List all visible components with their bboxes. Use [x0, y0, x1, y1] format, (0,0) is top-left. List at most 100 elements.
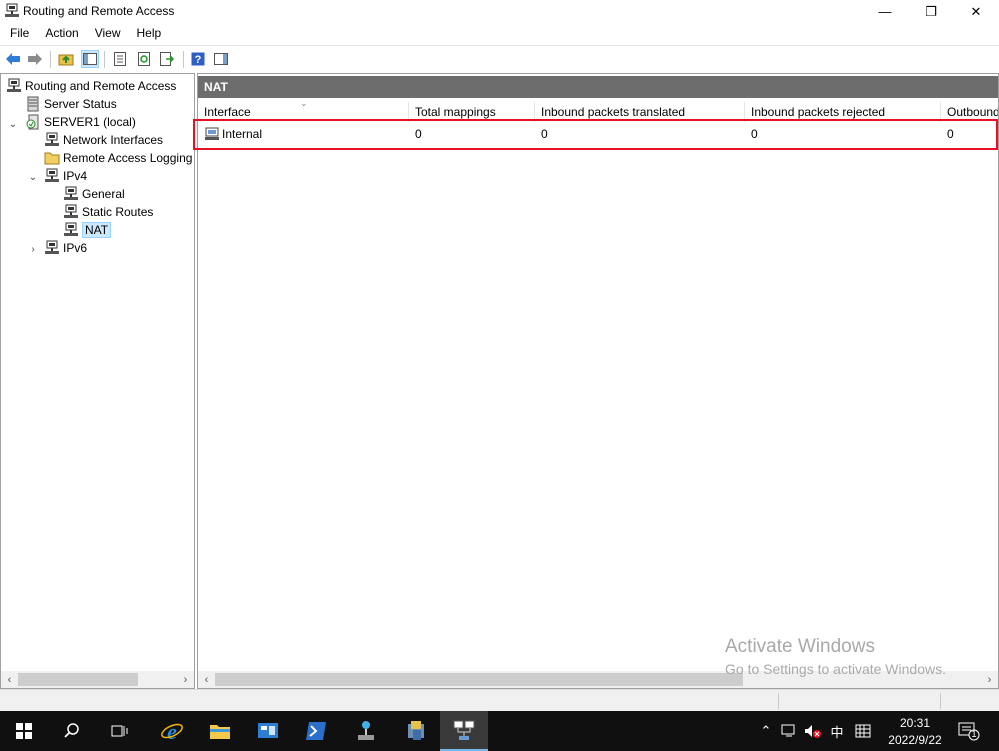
menu-bar: File Action View Help — [0, 23, 999, 43]
file-explorer-icon[interactable] — [196, 711, 244, 751]
scroll-left-arrow-icon[interactable]: ‹ — [198, 671, 215, 688]
tree-item-server1[interactable]: SERVER1 (local) — [25, 113, 136, 131]
static-routes-icon — [64, 204, 78, 218]
tree-label-network-interfaces: Network Interfaces — [63, 133, 164, 147]
interface-icon — [205, 127, 219, 140]
help-icon[interactable]: ? — [189, 50, 207, 68]
tree-label-ipv4: IPv4 — [63, 169, 88, 183]
status-separator — [778, 693, 779, 709]
close-button[interactable]: ✕ — [953, 0, 999, 23]
internet-explorer-icon[interactable]: e — [148, 711, 196, 751]
results-pane: NAT ⌄ Interface Total mappings Inbound p… — [197, 73, 999, 689]
tree-label-nat: NAT — [82, 222, 112, 238]
expand-ipv6-chevron-icon[interactable]: › — [28, 244, 38, 255]
general-icon — [64, 186, 78, 200]
menu-file[interactable]: File — [0, 23, 37, 43]
volume-muted-icon[interactable] — [803, 711, 823, 751]
tree-label-remote-access-logging: Remote Access Logging — [63, 151, 193, 165]
minimize-button[interactable]: — — [862, 0, 908, 23]
scroll-right-arrow-icon[interactable]: › — [981, 671, 998, 688]
server-icon — [26, 114, 39, 130]
admin-tools-icon[interactable] — [392, 711, 440, 751]
column-header-inbound-translated[interactable]: Inbound packets translated — [535, 102, 745, 122]
ipv6-icon — [45, 240, 59, 254]
tree-label-server1: SERVER1 (local) — [44, 115, 136, 129]
tree-item-ipv6[interactable]: IPv6 — [44, 239, 87, 257]
column-header-interface[interactable]: Interface — [198, 102, 409, 122]
tree-item-ipv4[interactable]: IPv4 — [44, 167, 87, 185]
expand-ipv4-chevron-icon[interactable]: ⌄ — [28, 172, 38, 183]
status-bar — [0, 689, 999, 711]
toolbar: ? — [0, 45, 999, 72]
network-interfaces-icon — [45, 132, 59, 146]
tree-label-static-routes: Static Routes — [82, 205, 154, 219]
column-header-total-mappings[interactable]: Total mappings — [409, 102, 535, 122]
folder-icon — [44, 152, 60, 165]
tree-item-static-routes[interactable]: Static Routes — [63, 203, 153, 221]
clock-time: 20:31 — [899, 716, 931, 730]
nat-icon — [64, 222, 78, 236]
notification-count-badge: 1 — [971, 729, 977, 739]
up-folder-icon[interactable] — [57, 50, 75, 68]
menu-action[interactable]: Action — [37, 23, 86, 43]
show-hidden-icons-chevron-icon[interactable]: ⌃ — [757, 711, 775, 751]
refresh-icon[interactable] — [135, 50, 153, 68]
routing-icon — [7, 78, 21, 92]
routing-remote-access-icon[interactable] — [440, 711, 488, 751]
keyboard-layout-icon[interactable] — [852, 711, 874, 751]
show-hide-action-pane-icon[interactable] — [212, 50, 230, 68]
powershell-icon[interactable] — [292, 711, 340, 751]
tree-item-remote-access-logging[interactable]: Remote Access Logging — [44, 149, 192, 167]
back-arrow-icon[interactable] — [4, 50, 22, 68]
taskbar: e ⌃ 中 20:31 2022/9/22 1 — [0, 711, 999, 751]
forward-arrow-icon[interactable] — [26, 50, 44, 68]
cell-interface: Internal — [222, 127, 263, 141]
taskbar-clock[interactable]: 20:31 2022/9/22 — [880, 715, 950, 749]
cell-inbound-translated: 0 — [541, 127, 548, 141]
cell-total-mappings: 0 — [415, 127, 422, 141]
table-row[interactable]: Internal 0 0 0 0 — [198, 124, 998, 144]
column-header-outbound[interactable]: Outbound — [941, 102, 998, 122]
task-view-icon[interactable] — [96, 711, 144, 751]
notification-center-icon[interactable]: 1 — [956, 711, 982, 751]
scroll-thumb[interactable] — [18, 673, 138, 686]
tree-item-nat[interactable]: NAT — [63, 221, 112, 239]
server-manager-icon[interactable] — [244, 711, 292, 751]
scroll-left-arrow-icon[interactable]: ‹ — [1, 671, 18, 688]
start-icon[interactable] — [0, 711, 48, 751]
network-tool-icon[interactable] — [342, 711, 390, 751]
scroll-right-arrow-icon[interactable]: › — [177, 671, 194, 688]
routing-app-icon — [5, 3, 19, 17]
tree-horizontal-scrollbar[interactable]: ‹ › — [1, 671, 194, 688]
properties-icon[interactable] — [111, 50, 129, 68]
activation-watermark-subtitle: Go to Settings to activate Windows. — [725, 661, 946, 677]
scroll-thumb[interactable] — [215, 673, 743, 686]
tree-item-server-status[interactable]: Server Status — [25, 95, 117, 113]
export-list-icon[interactable] — [158, 50, 176, 68]
column-header-inbound-rejected[interactable]: Inbound packets rejected — [745, 102, 941, 122]
console-tree: Routing and Remote Access Server Status … — [0, 73, 195, 689]
expand-server-chevron-icon[interactable]: ⌄ — [8, 119, 18, 130]
search-icon[interactable] — [48, 711, 96, 751]
network-status-icon[interactable] — [779, 711, 799, 751]
menu-view[interactable]: View — [87, 23, 129, 43]
cell-outbound: 0 — [947, 127, 954, 141]
toolbar-separator — [104, 51, 105, 68]
tree-label-general: General — [82, 187, 125, 201]
tree-item-network-interfaces[interactable]: Network Interfaces — [44, 131, 163, 149]
toolbar-separator — [183, 51, 184, 68]
tree-label-ipv6: IPv6 — [63, 241, 88, 255]
status-separator — [940, 693, 941, 709]
maximize-button[interactable]: ❐ — [908, 0, 954, 23]
ime-indicator[interactable]: 中 — [827, 711, 847, 751]
show-hide-console-tree-icon[interactable] — [81, 50, 99, 68]
pane-title: NAT — [198, 76, 998, 98]
clock-date: 2022/9/22 — [888, 733, 942, 747]
tree-item-general[interactable]: General — [63, 185, 125, 203]
tree-item-root[interactable]: Routing and Remote Access — [6, 77, 176, 95]
svg-text:?: ? — [195, 54, 202, 66]
toolbar-separator — [50, 51, 51, 68]
activation-watermark-title: Activate Windows — [725, 636, 875, 657]
ipv4-icon — [45, 168, 59, 182]
menu-help[interactable]: Help — [129, 23, 170, 43]
